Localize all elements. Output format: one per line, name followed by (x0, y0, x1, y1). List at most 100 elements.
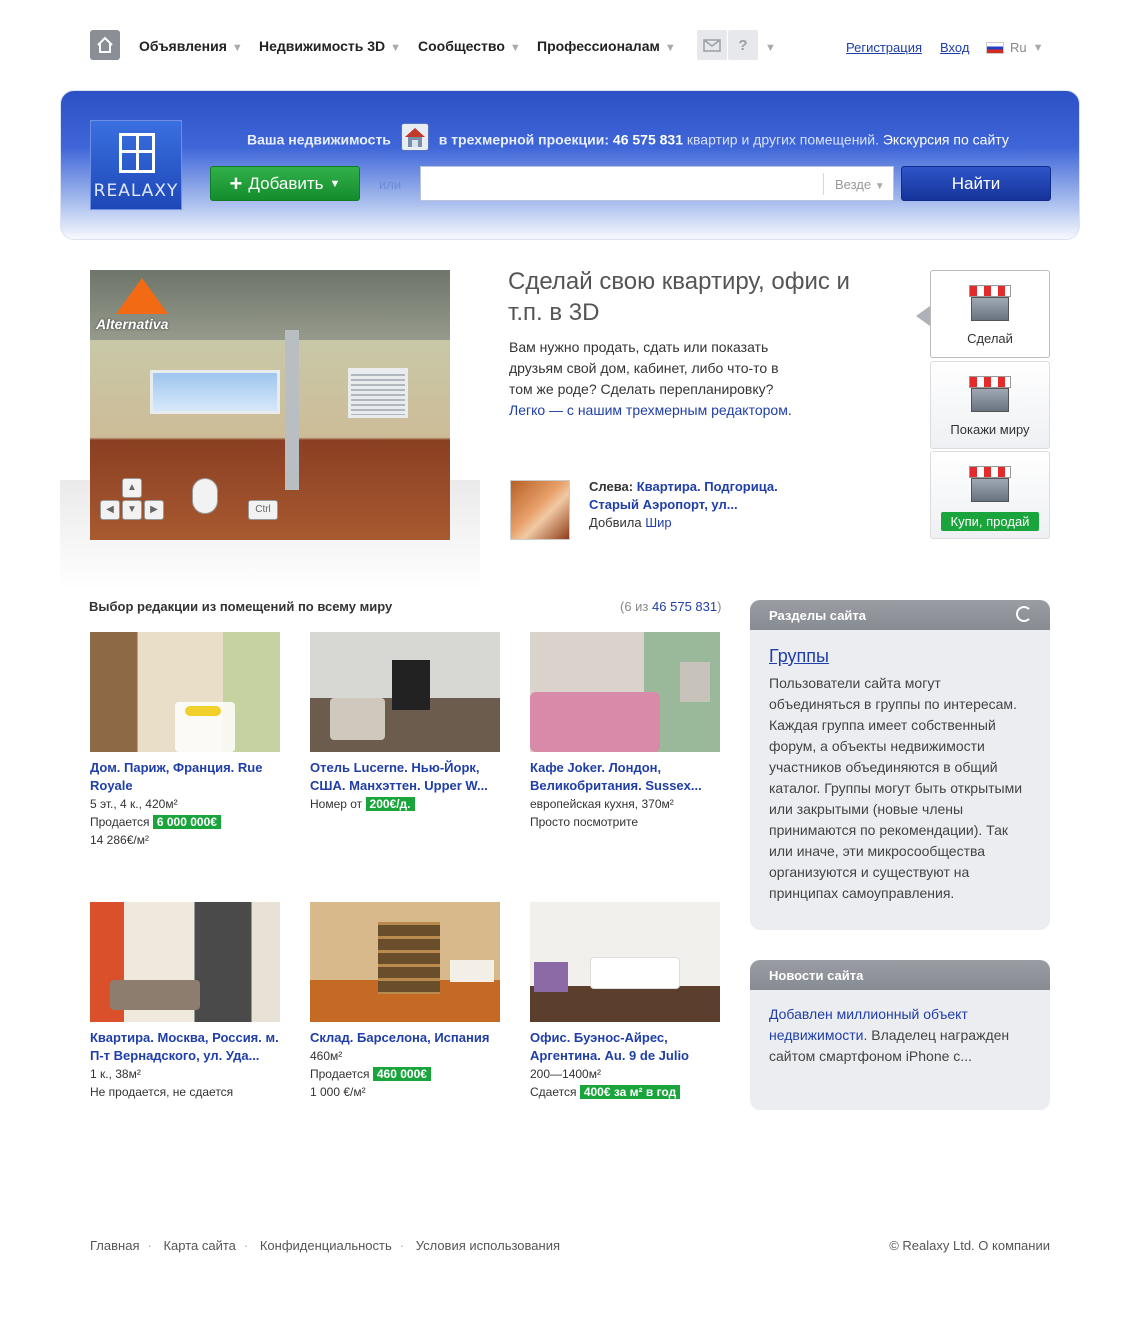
nav-community-label: Сообщество (418, 38, 505, 54)
image-credit: Слева: Квартира. Подгорица. Старый Аэроп… (589, 478, 809, 532)
listing-card: Склад. Барселона, Испания 460м² Продаетс… (310, 902, 500, 1101)
chevron-down-icon: ▼ (390, 42, 401, 54)
step-show[interactable]: Покажи миру (930, 361, 1050, 449)
tagline: Ваша недвижимость в трехмерной проекции:… (247, 123, 1047, 151)
listing-price-line: Продается 460 000€ (310, 1065, 500, 1083)
editor-link[interactable]: Легко — с нашим трехмерным редактором (509, 402, 788, 418)
listing-status: Продается (310, 1067, 370, 1081)
footer-home-link[interactable]: Главная (90, 1238, 139, 1253)
listing-price-per-m2: 1 000 €/м² (310, 1085, 366, 1099)
shop-icon (967, 466, 1013, 504)
listing-details: 5 эт., 4 к., 420м² (90, 797, 178, 811)
price-badge: 460 000€ (372, 1067, 431, 1081)
listing-thumbnail[interactable] (310, 902, 500, 1022)
help-menu-toggle[interactable]: ▼ (760, 38, 776, 54)
listing-thumbnail[interactable] (530, 632, 720, 752)
arrow-right-icon: ▶ (144, 500, 164, 520)
footer-terms-link[interactable]: Условия использования (416, 1238, 560, 1253)
listing-card: Офис. Буэнос-Айрес, Аргентина. Au. 9 de … (530, 902, 720, 1101)
listing-details: 200—1400м² (530, 1067, 601, 1081)
alternativa-brand: Alternativa (96, 316, 169, 332)
tagline-prefix: Ваша недвижимость (247, 131, 391, 148)
step-pointer-icon (916, 306, 930, 326)
separator: · (147, 1238, 152, 1253)
language-selector[interactable]: Ru ▼ (986, 40, 1044, 55)
window-icon (119, 133, 155, 173)
chevron-down-icon: ▼ (765, 42, 776, 54)
about-company-link[interactable]: О компании (978, 1238, 1050, 1253)
listing-title-link[interactable]: Отель Lucerne. Нью-Йорк, США. Манхэттен.… (310, 759, 500, 795)
listing-status: Номер от (310, 797, 363, 811)
home-icon (97, 36, 113, 53)
language-label: Ru (1010, 40, 1027, 55)
footer-sitemap-link[interactable]: Карта сайта (163, 1238, 235, 1253)
footer: Главная · Карта сайта · Конфиденциальность… (90, 1238, 1050, 1253)
listing-price-per-m2: 14 286€/м² (90, 833, 149, 847)
search-scope-select[interactable]: Везде ▼ (823, 173, 893, 195)
top-navigation: Объявления ▼ Недвижимость 3D ▼ Сообщество ▼… (90, 30, 1050, 62)
find-button[interactable]: Найти (901, 166, 1051, 201)
count-suffix: ) (717, 599, 722, 614)
listing-price-line: Сдается 400€ за м² в год (530, 1083, 720, 1101)
promo-text-body: Вам нужно продать, сдать или показать др… (509, 339, 779, 397)
all-listings-link[interactable]: 46 575 831 (652, 599, 717, 614)
logo-text: REALAXY (93, 181, 179, 201)
site-tour-link[interactable]: Экскурсия по сайту (883, 132, 1009, 148)
nav-ads[interactable]: Объявления ▼ (139, 38, 243, 54)
nav-realty-3d[interactable]: Недвижимость 3D ▼ (259, 38, 401, 54)
help-button[interactable]: ? (728, 30, 758, 60)
messages-button[interactable] (697, 30, 727, 60)
chevron-down-icon: ▼ (874, 181, 885, 192)
add-button-label: Добавить (248, 173, 324, 193)
russia-flag-icon (986, 41, 1004, 54)
refresh-icon[interactable] (1016, 606, 1032, 622)
search-input[interactable] (421, 167, 821, 200)
ctrl-key-icon: Ctrl (248, 500, 278, 520)
realaxy-logo[interactable]: REALAXY (90, 120, 182, 210)
house-icon (400, 123, 429, 151)
listing-thumbnail[interactable] (310, 632, 500, 752)
nav-community[interactable]: Сообщество ▼ (418, 38, 521, 54)
help-label: ? (738, 36, 748, 54)
author-link[interactable]: Шир (645, 515, 671, 530)
arrow-up-icon: ▲ (122, 478, 142, 498)
arrow-down-icon: ▼ (122, 500, 142, 520)
groups-description: Пользователи сайта могут объединяться в … (769, 675, 1023, 901)
register-link[interactable]: Регистрация (846, 40, 922, 55)
listing-thumbnail[interactable] (530, 902, 720, 1022)
listing-details: европейская кухня, 370м² (530, 797, 674, 811)
listing-title-link[interactable]: Склад. Барселона, Испания (310, 1029, 500, 1047)
shop-icon (967, 285, 1013, 323)
site-news-header: Новости сайта (750, 960, 1050, 990)
listing-thumbnail[interactable] (90, 902, 280, 1022)
listing-thumbnail[interactable] (90, 632, 280, 752)
tagline-middle: в трехмерной проекции: (438, 131, 610, 148)
home-button[interactable] (90, 30, 120, 60)
step-show-label: Покажи миру (950, 422, 1030, 437)
3d-editor-preview[interactable]: Alternativa ▲ ◀ ▼ ▶ Ctrl (90, 270, 450, 540)
footer-privacy-link[interactable]: Конфиденциальность (260, 1238, 392, 1253)
editors-choice-count: (6 из 46 575 831) (620, 599, 721, 614)
step-buy-sell-label: Купи, продай (940, 512, 1040, 531)
listing-details: 1 к., 38м² (90, 1067, 141, 1081)
room-window-blinds (348, 368, 408, 418)
groups-link[interactable]: Группы (769, 646, 1031, 667)
listing-price-line: Номер от 200€/д. (310, 795, 500, 813)
site-news-box: Новости сайта Добавлен миллионный объект… (750, 960, 1050, 1110)
site-sections-box: Разделы сайта Группы Пользователи сайта … (750, 600, 1050, 930)
listing-title-link[interactable]: Дом. Париж, Франция. Rue Royale (90, 759, 280, 795)
site-sections-title: Разделы сайта (769, 608, 867, 623)
nav-professionals-label: Профессионалам (537, 38, 660, 54)
listing-title-link[interactable]: Офис. Буэнос-Айрес, Аргентина. Au. 9 de … (530, 1029, 720, 1065)
listing-title-link[interactable]: Квартира. Москва, Россия. м. П-т Вернадс… (90, 1029, 280, 1065)
step-make[interactable]: Сделай (930, 270, 1050, 358)
credit-label: Слева: (589, 479, 634, 494)
author-avatar[interactable] (510, 480, 570, 540)
step-buy-sell[interactable]: Купи, продай (930, 451, 1050, 539)
add-button[interactable]: + Добавить ▼ (210, 166, 360, 201)
nav-professionals[interactable]: Профессионалам ▼ (537, 38, 676, 54)
listing-card: Квартира. Москва, Россия. м. П-т Вернадс… (90, 902, 280, 1101)
nav-ads-label: Объявления (139, 38, 227, 54)
login-link[interactable]: Вход (940, 40, 969, 55)
listing-title-link[interactable]: Кафе Joker. Лондон, Великобритания. Suss… (530, 759, 720, 795)
